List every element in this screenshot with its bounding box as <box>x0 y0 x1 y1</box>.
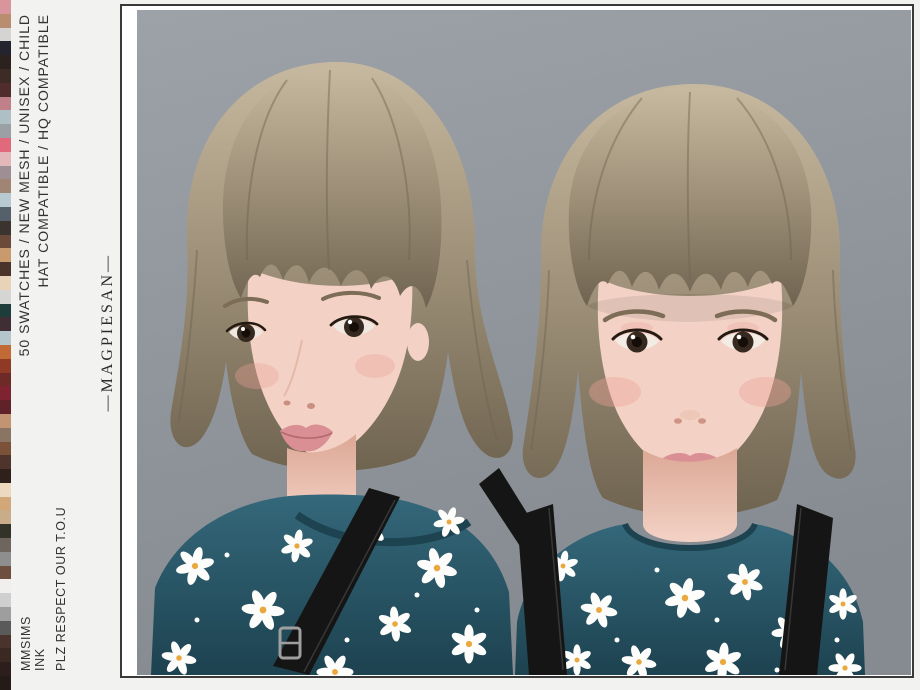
swatch <box>0 455 11 469</box>
swatch <box>0 621 11 635</box>
swatch <box>0 97 11 111</box>
swatch <box>0 676 11 690</box>
caption-compatibility-info: HAT COMPATIBLE / HQ COMPATIBLE <box>35 14 51 287</box>
left-cheek-blush <box>235 363 279 389</box>
left-ear <box>407 323 429 361</box>
caption-swatch-info: 50 SWATCHES / NEW MESH / UNISEX / CHILD <box>16 14 32 356</box>
swatch <box>0 28 11 42</box>
swatch <box>0 317 11 331</box>
swatch <box>0 221 11 235</box>
swatch <box>0 428 11 442</box>
swatch <box>0 152 11 166</box>
left-cheek-blush <box>355 354 395 378</box>
swatch <box>0 193 11 207</box>
swatch <box>0 635 11 649</box>
swatch <box>0 207 11 221</box>
swatch <box>0 442 11 456</box>
swatch <box>0 290 11 304</box>
color-swatch-strip <box>0 0 11 690</box>
swatch <box>0 648 11 662</box>
swatch <box>0 359 11 373</box>
creator-dash-left: — <box>99 392 116 411</box>
swatch <box>0 510 11 524</box>
swatch <box>0 124 11 138</box>
swatch <box>0 248 11 262</box>
swatch <box>0 262 11 276</box>
swatch <box>0 607 11 621</box>
swatch <box>0 14 11 28</box>
credit-tou-notice: PLZ RESPECT OUR T.O.U <box>54 507 68 671</box>
credit-ink: INK <box>33 648 47 671</box>
swatch <box>0 373 11 387</box>
swatch <box>0 579 11 593</box>
right-cheek-blush <box>589 377 641 407</box>
swatch <box>0 69 11 83</box>
swatch <box>0 138 11 152</box>
cc-preview-image: 50 SWATCHES / NEW MESH / UNISEX / CHILD … <box>0 0 920 690</box>
swatch <box>0 0 11 14</box>
creator-dash-right: — <box>99 253 116 272</box>
sims-render-illustration <box>137 10 911 675</box>
credit-mmsims: MMSIMS <box>19 616 33 671</box>
swatch <box>0 593 11 607</box>
swatch <box>0 55 11 69</box>
swatch <box>0 552 11 566</box>
swatch <box>0 179 11 193</box>
swatch <box>0 497 11 511</box>
right-cheek-blush <box>739 377 791 407</box>
swatch <box>0 386 11 400</box>
swatch <box>0 41 11 55</box>
swatch <box>0 566 11 580</box>
swatch <box>0 483 11 497</box>
swatch <box>0 538 11 552</box>
swatch <box>0 304 11 318</box>
swatch <box>0 469 11 483</box>
swatch <box>0 166 11 180</box>
swatch <box>0 235 11 249</box>
creator-label: MAGPIESAN <box>99 272 116 392</box>
right-sim-figure <box>515 84 867 675</box>
swatch <box>0 400 11 414</box>
swatch <box>0 83 11 97</box>
right-neck <box>643 448 737 542</box>
swatch <box>0 345 11 359</box>
swatch <box>0 276 11 290</box>
creator-name: —MAGPIESAN— <box>99 253 117 411</box>
render-photo <box>137 10 911 675</box>
swatch <box>0 331 11 345</box>
swatch <box>0 524 11 538</box>
swatch <box>0 110 11 124</box>
swatch <box>0 662 11 676</box>
swatch <box>0 414 11 428</box>
